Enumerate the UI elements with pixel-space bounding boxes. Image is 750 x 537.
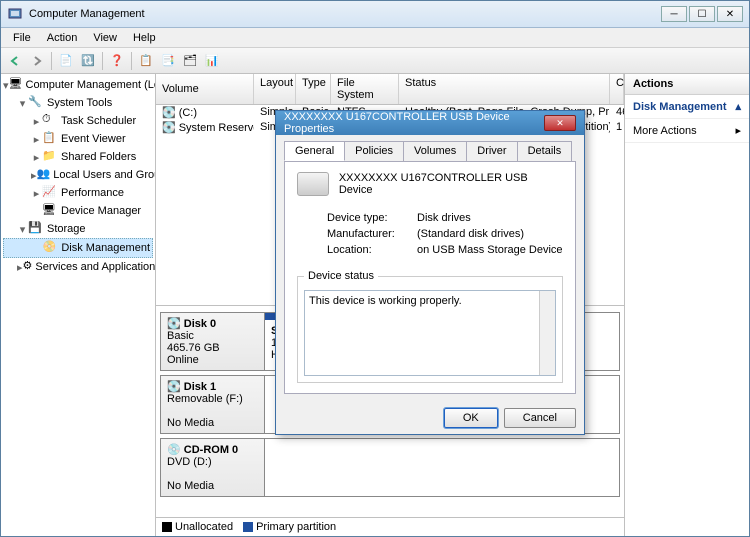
- device-icon: [297, 172, 329, 196]
- tree-eventviewer[interactable]: ▸📋Event Viewer: [3, 130, 153, 148]
- disk-info: 💽 Disk 1 Removable (F:) No Media: [161, 376, 265, 433]
- disk-info: 💿 CD-ROM 0 DVD (D:) No Media: [161, 439, 265, 496]
- loc-value: on USB Mass Storage Device: [417, 244, 563, 256]
- ok-button[interactable]: OK: [444, 408, 498, 428]
- tree-diskmgmt[interactable]: 📀Disk Management: [3, 238, 153, 258]
- tab-general[interactable]: General: [284, 141, 345, 161]
- tab-policies[interactable]: Policies: [344, 141, 404, 161]
- tree-servapps[interactable]: ▸⚙Services and Applications: [3, 258, 153, 276]
- tree-storage[interactable]: ▾💾Storage: [3, 220, 153, 238]
- dialog-titlebar[interactable]: XXXXXXXX U167CONTROLLER USB Device Prope…: [276, 111, 584, 135]
- chevron-right-icon: ▸: [735, 124, 741, 137]
- mfr-value: (Standard disk drives): [417, 228, 524, 240]
- drive-icon: 💽: [162, 121, 176, 134]
- col-layout[interactable]: Layout: [254, 74, 296, 104]
- forward-button[interactable]: [27, 51, 47, 71]
- device-name: XXXXXXXX U167CONTROLLER USB Device: [339, 172, 563, 196]
- tool1-button[interactable]: 📋: [136, 51, 156, 71]
- dialog-title: XXXXXXXX U167CONTROLLER USB Device Prope…: [284, 111, 544, 135]
- back-button[interactable]: [5, 51, 25, 71]
- device-status-legend: Device status: [304, 270, 378, 282]
- tree-performance[interactable]: ▸📈Performance: [3, 184, 153, 202]
- col-volume[interactable]: Volume: [156, 74, 254, 104]
- actions-header: Actions: [625, 74, 749, 95]
- tab-driver[interactable]: Driver: [466, 141, 517, 161]
- properties-dialog: XXXXXXXX U167CONTROLLER USB Device Prope…: [275, 110, 585, 435]
- col-type[interactable]: Type: [296, 74, 331, 104]
- loc-label: Location:: [327, 244, 417, 256]
- tab-details[interactable]: Details: [517, 141, 573, 161]
- volume-list-header: Volume Layout Type File System Status C: [156, 74, 624, 105]
- app-icon: [7, 6, 23, 22]
- devtype-value: Disk drives: [417, 212, 471, 224]
- menu-file[interactable]: File: [5, 30, 39, 46]
- dialog-close-button[interactable]: ✕: [544, 115, 576, 131]
- tree-tasksched[interactable]: ▸⏱Task Scheduler: [3, 112, 153, 130]
- tool3-button[interactable]: 🗂: [180, 51, 200, 71]
- col-fs[interactable]: File System: [331, 74, 399, 104]
- maximize-button[interactable]: ☐: [689, 6, 715, 22]
- device-status-text: This device is working properly.: [309, 295, 462, 307]
- actions-diskmgmt[interactable]: Disk Management ▴: [625, 95, 749, 119]
- legend: Unallocated Primary partition: [156, 517, 624, 536]
- actions-more[interactable]: More Actions ▸: [625, 119, 749, 143]
- device-status-group: Device status This device is working pro…: [297, 270, 563, 383]
- tree-devicemgr[interactable]: 🖥Device Manager: [3, 202, 153, 220]
- menubar: File Action View Help: [1, 28, 749, 48]
- col-status[interactable]: Status: [399, 74, 610, 104]
- dialog-tabs: General Policies Volumes Driver Details: [276, 135, 584, 161]
- disk-info: 💽 Disk 0 Basic 465.76 GB Online: [161, 313, 265, 370]
- up-button[interactable]: 📄: [56, 51, 76, 71]
- disk-row[interactable]: 💿 CD-ROM 0 DVD (D:) No Media: [160, 438, 620, 497]
- tab-body-general: XXXXXXXX U167CONTROLLER USB Device Devic…: [284, 161, 576, 394]
- minimize-button[interactable]: ─: [661, 6, 687, 22]
- menu-help[interactable]: Help: [125, 30, 164, 46]
- nav-tree: ▾🖥Computer Management (Local ▾🔧System To…: [1, 74, 156, 536]
- tree-systools[interactable]: ▾🔧System Tools: [3, 94, 153, 112]
- help-button[interactable]: ❓: [107, 51, 127, 71]
- mfr-label: Manufacturer:: [327, 228, 417, 240]
- tool4-button[interactable]: 📊: [202, 51, 222, 71]
- tab-volumes[interactable]: Volumes: [403, 141, 467, 161]
- toolbar: 📄 🔃 ❓ 📋 📑 🗂 📊: [1, 48, 749, 74]
- collapse-icon: ▴: [735, 100, 741, 113]
- col-c[interactable]: C: [610, 74, 624, 104]
- device-status-box: This device is working properly.: [304, 290, 556, 376]
- close-button[interactable]: ✕: [717, 6, 743, 22]
- window-title: Computer Management: [29, 8, 661, 20]
- devtype-label: Device type:: [327, 212, 417, 224]
- menu-action[interactable]: Action: [39, 30, 86, 46]
- tree-localusers[interactable]: ▸👥Local Users and Groups: [3, 166, 153, 184]
- drive-icon: 💽: [162, 106, 176, 119]
- tree-root[interactable]: ▾🖥Computer Management (Local: [3, 76, 153, 94]
- scrollbar[interactable]: [539, 291, 555, 375]
- tool2-button[interactable]: 📑: [158, 51, 178, 71]
- titlebar: Computer Management ─ ☐ ✕: [1, 1, 749, 28]
- tree-sharedfolders[interactable]: ▸📁Shared Folders: [3, 148, 153, 166]
- menu-view[interactable]: View: [85, 30, 125, 46]
- refresh-button[interactable]: 🔃: [78, 51, 98, 71]
- cancel-button[interactable]: Cancel: [504, 408, 576, 428]
- actions-pane: Actions Disk Management ▴ More Actions ▸: [625, 74, 749, 536]
